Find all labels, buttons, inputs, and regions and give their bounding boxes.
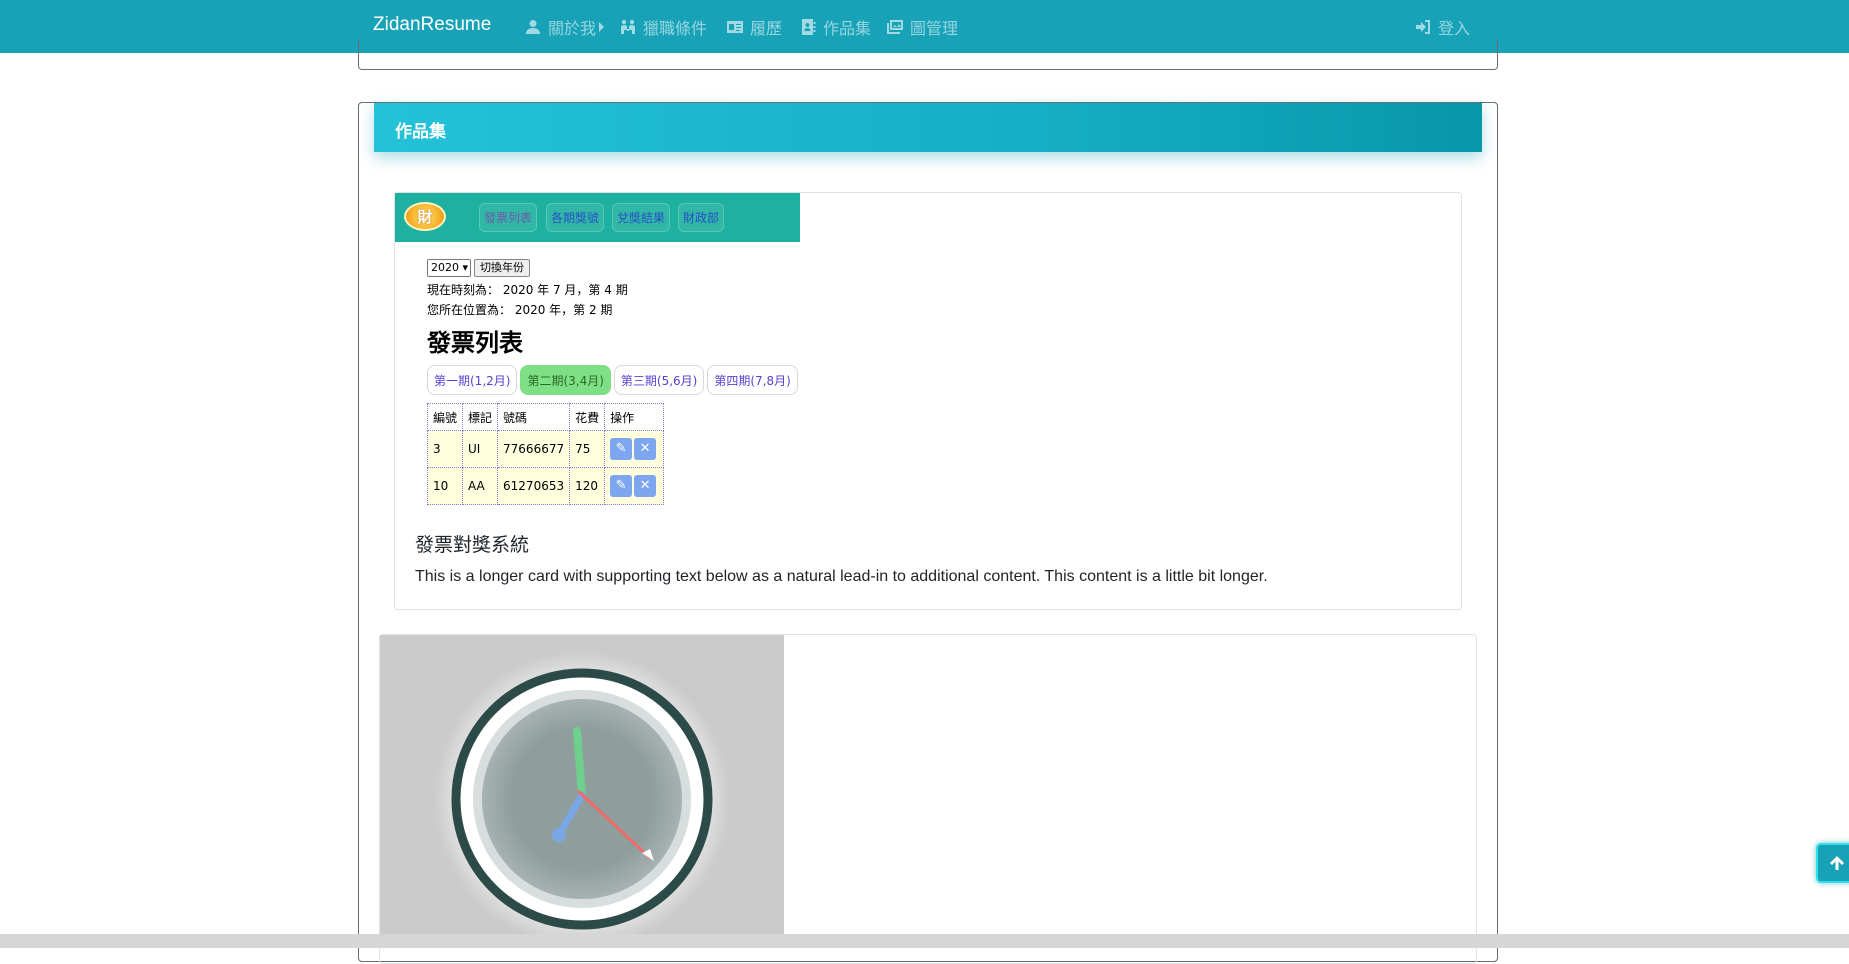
handshake-icon <box>621 19 635 34</box>
col-header: 號碼 <box>497 403 571 431</box>
cell-cost: 75 <box>569 430 606 468</box>
app-tab-results: 兌獎結果 <box>612 203 671 232</box>
col-header: 操作 <box>604 403 665 431</box>
login-label: 登入 <box>1438 19 1471 38</box>
col-header: 編號 <box>426 403 464 431</box>
cell-id: 10 <box>426 467 464 505</box>
period-tabs: 第一期(1,2月) 第二期(3,4月) 第三期(5,6月) 第四期(7,8月) <box>427 365 798 395</box>
col-header: 花費 <box>569 403 606 431</box>
nav-item-job-conditions[interactable]: 獵職條件 <box>620 15 707 39</box>
period-tab-4: 第四期(7,8月) <box>707 365 798 395</box>
invoice-table: 編號 標記 號碼 花費 操作 3 UI 77666677 75 ✎ ✕ 10 AA… <box>426 403 665 505</box>
coin-logo-icon: 財 <box>404 202 446 231</box>
card-title: 發票對獎系統 <box>415 534 530 556</box>
table-header-row: 編號 標記 號碼 花費 操作 <box>426 403 665 431</box>
pencil-icon: ✎ <box>610 475 633 497</box>
invoice-list-heading: 發票列表 <box>427 329 523 357</box>
card-image-invoice-app: 財 發票列表 各期獎號 兌獎結果 財政部 2020 ▾ 切換年份 現在時刻為： … <box>395 193 800 513</box>
switch-year-button: 切換年份 <box>474 259 530 277</box>
app-tab-ministry: 財政部 <box>678 203 725 232</box>
close-icon: ✕ <box>634 438 657 460</box>
app-tab-winning-numbers: 各期獎號 <box>546 203 605 232</box>
arrow-up-icon <box>1830 856 1844 870</box>
cell-number: 77666677 <box>497 430 571 468</box>
brand-link[interactable]: ZidanResume <box>373 14 491 36</box>
cell-cost: 120 <box>569 467 606 505</box>
nav-item-image-manage[interactable]: 圖管理 <box>887 15 958 39</box>
current-location-text: 您所在位置為： 2020 年，第 2 期 <box>427 303 613 317</box>
current-time-text: 現在時刻為： 2020 年 7 月，第 4 期 <box>427 283 628 297</box>
nav-item-about[interactable]: 關於我 <box>525 15 605 39</box>
cell-actions: ✎ ✕ <box>604 467 665 505</box>
nav-item-resume[interactable]: 履歷 <box>727 15 782 39</box>
caret-right-icon <box>599 22 605 32</box>
table-row: 10 AA 61270653 120 ✎ ✕ <box>426 467 665 505</box>
cell-id: 3 <box>426 430 464 468</box>
nav-item-label: 圖管理 <box>910 19 959 38</box>
cell-tag: AA <box>462 467 499 505</box>
back-to-top-button[interactable] <box>1816 843 1849 883</box>
card-text: This is a longer card with supporting te… <box>415 568 1268 585</box>
period-tab-2: 第二期(3,4月) <box>520 365 611 395</box>
pencil-icon: ✎ <box>610 438 633 460</box>
period-tab-3: 第三期(5,6月) <box>613 365 705 395</box>
nav-item-label: 作品集 <box>823 19 872 38</box>
nav-item-label: 履歷 <box>750 19 783 38</box>
previous-section-card <box>358 40 1498 70</box>
images-icon <box>887 20 903 34</box>
login-link[interactable]: 登入 <box>1415 15 1470 39</box>
col-header: 標記 <box>462 403 499 431</box>
cell-number: 61270653 <box>497 467 571 505</box>
sign-in-icon <box>1416 20 1430 34</box>
id-card-icon <box>727 21 743 33</box>
nav-item-portfolio[interactable]: 作品集 <box>800 15 871 39</box>
clock-icon <box>434 651 730 947</box>
cell-tag: UI <box>462 430 499 468</box>
app-navbar: 財 發票列表 各期獎號 兌獎結果 財政部 <box>395 193 800 242</box>
period-tab-1: 第一期(1,2月) <box>427 365 518 395</box>
year-select: 2020 ▾ <box>427 259 471 277</box>
table-row: 3 UI 77666677 75 ✎ ✕ <box>426 430 665 468</box>
cell-actions: ✎ ✕ <box>604 430 665 468</box>
section-title: 作品集 <box>395 122 446 142</box>
user-icon <box>526 20 540 34</box>
card-image-clock <box>380 635 784 947</box>
close-icon: ✕ <box>634 475 657 497</box>
nav-item-label: 獵職條件 <box>643 19 708 38</box>
section-header: 作品集 <box>374 103 1482 152</box>
app-tab-invoice-list: 發票列表 <box>479 203 538 232</box>
nav-item-label: 關於我 <box>548 19 597 38</box>
address-book-icon <box>802 19 816 35</box>
year-selector-row: 2020 ▾ 切換年份 <box>427 259 530 277</box>
horizontal-scrollbar[interactable] <box>0 934 1849 948</box>
